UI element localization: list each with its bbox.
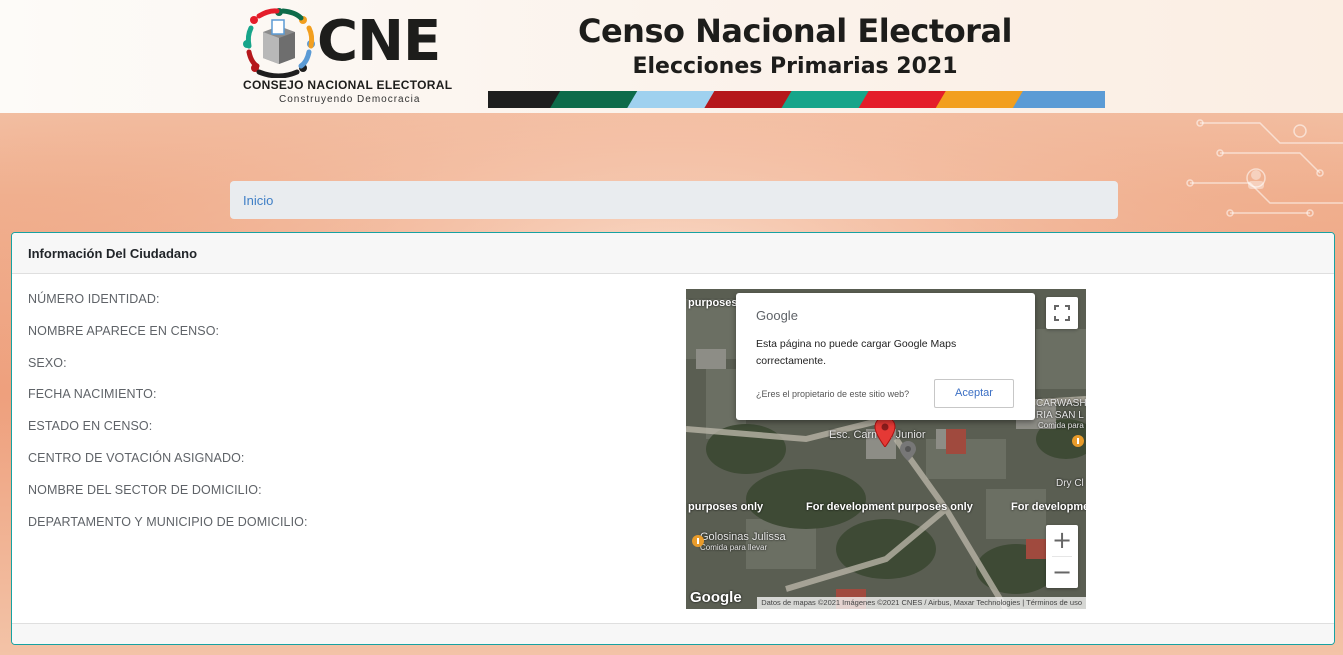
field-fecha-nacimiento: FECHA NACIMIENTO: [28,387,157,402]
field-centro-votacion: CENTRO DE VOTACIÓN ASIGNADO: [28,450,245,465]
site-header: CNE CONSEJO NACIONAL ELECTORAL Construye… [0,0,1343,113]
food-place-icon [1072,435,1084,447]
google-logo[interactable]: Google [690,589,742,606]
field-sexo: SEXO: [28,355,67,370]
google-brand-text: Google [756,308,798,323]
map-label-food: Comida para lleva [1038,421,1086,430]
breadcrumb-home-link[interactable]: Inicio [243,193,273,208]
card-header: Información Del Ciudadano [12,233,1334,274]
map-watermark: purposes only [688,501,764,513]
color-stripe-bar [488,91,1105,108]
page-subtitle: Elecciones Primarias 2021 [632,54,958,79]
logo-org-name: CONSEJO NACIONAL ELECTORAL [243,78,453,92]
owner-question-link[interactable]: ¿Eres el propietario de este sitio web? [756,389,909,399]
ballot-box-icon [243,8,315,78]
cne-logo[interactable]: CNE CONSEJO NACIONAL ELECTORAL Construye… [241,6,461,110]
food-place-icon [692,535,704,547]
field-numero-identidad: NÚMERO IDENTIDAD: [28,292,160,306]
map-label-dry: Dry Cl [1056,478,1084,489]
page-title: Censo Nacional Electoral [577,12,1013,50]
card-title: Información Del Ciudadano [28,246,198,261]
maps-error-message: Esta página no puede cargar Google Maps … [756,338,957,367]
zoom-control: + − [1046,525,1078,588]
accept-button[interactable]: Aceptar [934,379,1014,408]
fullscreen-button[interactable] [1046,297,1078,329]
zoom-in-button[interactable]: + [1046,525,1078,556]
color-stripe-segment [1012,91,1105,108]
map-attribution[interactable]: Datos de mapas ©2021 Imágenes ©2021 CNES… [757,597,1086,609]
map-label-shop-sub: Comida para llevar [700,543,768,552]
logo-wordmark: CNE [317,9,441,74]
citizen-info-card: Información Del Ciudadano NÚMERO IDENTID… [11,232,1335,645]
school-place-icon [900,441,916,461]
map-watermark: For developmen [1011,501,1086,513]
logo-tagline: Construyendo Democracia [279,94,421,105]
zoom-out-button[interactable]: − [1046,557,1078,588]
map-watermark: purposes [688,297,738,309]
citizen-field-list: NÚMERO IDENTIDAD: NOMBRE APARECE EN CENS… [28,291,308,545]
breadcrumb: Inicio [230,181,1118,219]
field-nombre-censo: NOMBRE APARECE EN CENSO: [28,323,220,338]
card-footer [12,623,1334,644]
map-label-carwash: RIA SAN L [1036,410,1084,421]
google-map[interactable]: purposes purposes only For development p… [686,289,1086,609]
field-estado-censo: ESTADO EN CENSO: [28,419,153,434]
fullscreen-icon [1054,305,1070,321]
map-label-carwash: CARWASH [1036,398,1086,409]
map-watermark: For development purposes only [806,501,973,513]
location-pin-icon[interactable] [874,417,896,447]
field-departamento-municipio: DEPARTAMENTO Y MUNICIPIO DE DOMICILIO: [28,514,308,529]
field-sector-domicilio: NOMBRE DEL SECTOR DE DOMICILIO: [28,482,262,497]
maps-error-dialog: Google Esta página no puede cargar Googl… [736,293,1035,420]
map-label-shop: Golosinas Julissa [700,531,786,543]
